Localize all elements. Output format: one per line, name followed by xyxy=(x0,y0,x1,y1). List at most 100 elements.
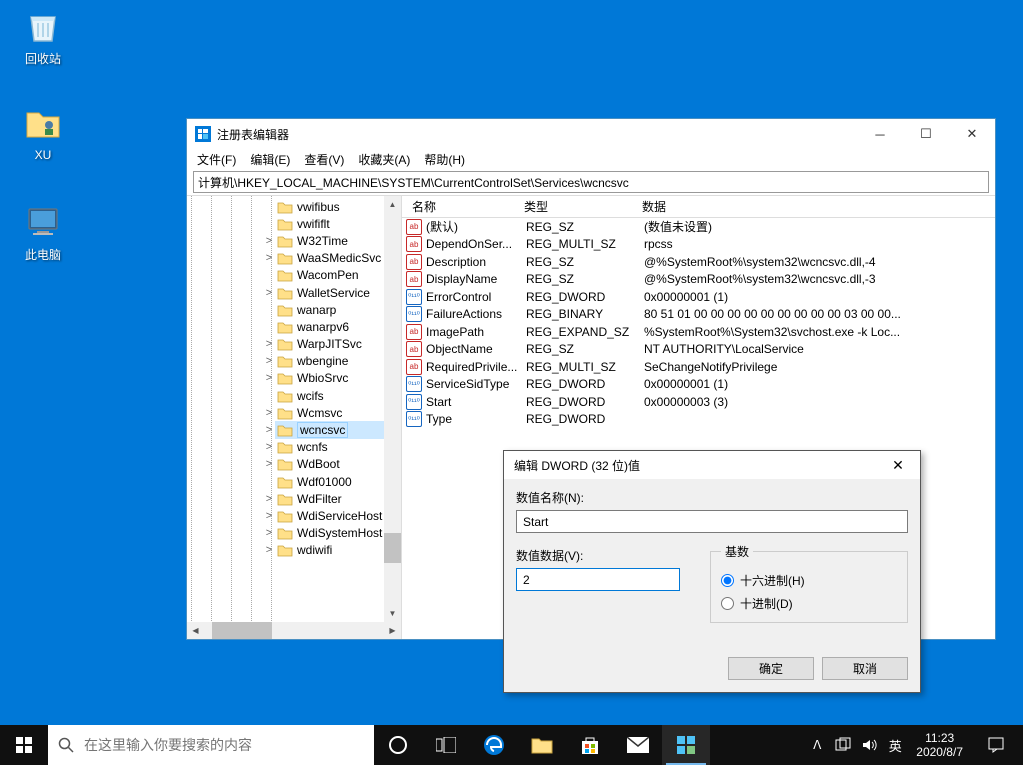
folder-icon xyxy=(277,303,293,317)
radio-hex[interactable] xyxy=(721,574,734,587)
tray-volume-icon[interactable] xyxy=(858,737,880,753)
expand-icon[interactable]: > xyxy=(264,287,274,299)
tray-ime[interactable]: 英 xyxy=(884,736,906,755)
expand-icon[interactable]: > xyxy=(264,527,274,539)
tray-people-icon[interactable] xyxy=(832,737,854,753)
tree-item-walletservice[interactable]: >WalletService xyxy=(187,284,401,301)
menu-view[interactable]: 查看(V) xyxy=(304,151,344,168)
taskbar-search[interactable] xyxy=(48,725,374,765)
scroll-down-icon[interactable]: ▼ xyxy=(384,605,401,622)
list-row[interactable]: abDependOnSer...REG_MULTI_SZrpcss xyxy=(402,236,995,254)
tree-hscroll[interactable]: ◀ ▶ xyxy=(187,622,401,639)
tree-item-wacompen[interactable]: WacomPen xyxy=(187,267,401,284)
value-data: 0x00000001 (1) xyxy=(644,290,995,304)
value-type: REG_DWORD xyxy=(526,290,644,304)
tree-item-wcifs[interactable]: wcifs xyxy=(187,387,401,404)
menu-edit[interactable]: 编辑(E) xyxy=(250,151,290,168)
radio-dec[interactable] xyxy=(721,597,734,610)
tree-item-wanarp[interactable]: wanarp xyxy=(187,301,401,318)
expand-icon[interactable]: > xyxy=(264,493,274,505)
tray-chevron-up-icon[interactable]: ᐱ xyxy=(806,738,828,752)
list-row[interactable]: ⁰¹¹⁰ServiceSidTypeREG_DWORD0x00000001 (1… xyxy=(402,376,995,394)
expand-icon[interactable]: > xyxy=(264,458,274,470)
close-button[interactable]: ✕ xyxy=(949,119,995,149)
tree-item-vwifibus[interactable]: vwifibus xyxy=(187,198,401,215)
list-row[interactable]: ab(默认)REG_SZ(数值未设置) xyxy=(402,218,995,236)
tree-item-waasmedicsvc[interactable]: >WaaSMedicSvc xyxy=(187,250,401,267)
menu-help[interactable]: 帮助(H) xyxy=(424,151,465,168)
list-row[interactable]: abRequiredPrivile...REG_MULTI_SZSeChange… xyxy=(402,358,995,376)
taskbar-mail[interactable] xyxy=(614,725,662,765)
list-row[interactable]: ⁰¹¹⁰FailureActionsREG_BINARY80 51 01 00 … xyxy=(402,306,995,324)
tree-item-wbengine[interactable]: >wbengine xyxy=(187,353,401,370)
ok-button[interactable]: 确定 xyxy=(728,657,814,680)
tree-item-warpjitsvc[interactable]: >WarpJITSvc xyxy=(187,336,401,353)
taskbar-store[interactable] xyxy=(566,725,614,765)
dialog-close-button[interactable]: ✕ xyxy=(882,457,914,474)
expand-icon[interactable]: > xyxy=(264,252,274,264)
list-row[interactable]: abDisplayNameREG_SZ@%SystemRoot%\system3… xyxy=(402,271,995,289)
column-data[interactable]: 数据 xyxy=(642,198,995,215)
expand-icon[interactable]: > xyxy=(264,407,274,419)
list-row[interactable]: ⁰¹¹⁰StartREG_DWORD0x00000003 (3) xyxy=(402,393,995,411)
column-name[interactable]: 名称 xyxy=(406,198,524,215)
tray-clock[interactable]: 11:23 2020/8/7 xyxy=(910,731,969,759)
start-button[interactable] xyxy=(0,725,48,765)
dialog-titlebar[interactable]: 编辑 DWORD (32 位)值 ✕ xyxy=(504,451,920,479)
value-data-input[interactable] xyxy=(516,568,680,591)
expand-icon[interactable]: > xyxy=(264,338,274,350)
tree-item-w32time[interactable]: >W32Time xyxy=(187,232,401,249)
expand-icon[interactable]: > xyxy=(264,424,274,436)
taskbar-cortana[interactable] xyxy=(374,725,422,765)
desktop-icon-this-pc[interactable]: 此电脑 xyxy=(6,200,80,263)
expand-icon[interactable]: > xyxy=(264,235,274,247)
tree-item-wdiservicehost[interactable]: >WdiServiceHost xyxy=(187,507,401,524)
expand-icon[interactable]: > xyxy=(264,544,274,556)
list-row[interactable]: ⁰¹¹⁰TypeREG_DWORD xyxy=(402,411,995,429)
taskbar-regedit[interactable] xyxy=(662,725,710,765)
tree-vscroll[interactable]: ▲ ▼ xyxy=(384,196,401,622)
expand-icon[interactable]: > xyxy=(264,441,274,453)
menu-file[interactable]: 文件(F) xyxy=(197,151,236,168)
expand-icon[interactable]: > xyxy=(264,355,274,367)
tree-item-wdiwifi[interactable]: >wdiwifi xyxy=(187,542,401,559)
tree-item-vwififlt[interactable]: vwififlt xyxy=(187,215,401,232)
scroll-left-icon[interactable]: ◀ xyxy=(187,622,204,639)
desktop-icon-recycle-bin[interactable]: 回收站 xyxy=(6,4,80,67)
taskbar-taskview[interactable] xyxy=(422,725,470,765)
tree-item-wcmsvc[interactable]: >Wcmsvc xyxy=(187,404,401,421)
list-row[interactable]: abImagePathREG_EXPAND_SZ%SystemRoot%\Sys… xyxy=(402,323,995,341)
scroll-up-icon[interactable]: ▲ xyxy=(384,196,401,213)
list-row[interactable]: abDescriptionREG_SZ@%SystemRoot%\system3… xyxy=(402,253,995,271)
tree-item-wdfilter[interactable]: >WdFilter xyxy=(187,490,401,507)
list-row[interactable]: ⁰¹¹⁰ErrorControlREG_DWORD0x00000001 (1) xyxy=(402,288,995,306)
value-type: REG_SZ xyxy=(526,342,644,356)
cancel-button[interactable]: 取消 xyxy=(822,657,908,680)
tree-item-wdboot[interactable]: >WdBoot xyxy=(187,456,401,473)
expand-icon[interactable]: > xyxy=(264,372,274,384)
search-input[interactable] xyxy=(84,737,364,753)
taskbar-explorer[interactable] xyxy=(518,725,566,765)
titlebar[interactable]: 注册表编辑器 ─ ☐ ✕ xyxy=(187,119,995,149)
value-name-input[interactable] xyxy=(516,510,908,533)
tree-item-wanarpv6[interactable]: wanarpv6 xyxy=(187,318,401,335)
tree-item-wcnfs[interactable]: >wcnfs xyxy=(187,439,401,456)
minimize-button[interactable]: ─ xyxy=(857,119,903,149)
expand-icon[interactable]: > xyxy=(264,510,274,522)
tree-item-wcncsvc[interactable]: >wcncsvc xyxy=(187,421,401,438)
desktop-icon-folder-xu[interactable]: XU xyxy=(6,102,80,162)
column-type[interactable]: 类型 xyxy=(524,198,642,215)
maximize-button[interactable]: ☐ xyxy=(903,119,949,149)
scroll-thumb[interactable] xyxy=(384,533,401,563)
menu-favorites[interactable]: 收藏夹(A) xyxy=(358,151,410,168)
value-string-icon: ab xyxy=(406,236,422,252)
scroll-right-icon[interactable]: ▶ xyxy=(384,622,401,639)
tree-item-wdf01000[interactable]: Wdf01000 xyxy=(187,473,401,490)
taskbar-edge[interactable] xyxy=(470,725,518,765)
tree-item-wbiosrvc[interactable]: >WbioSrvc xyxy=(187,370,401,387)
tree-item-wdisystemhost[interactable]: >WdiSystemHost xyxy=(187,525,401,542)
list-row[interactable]: abObjectNameREG_SZNT AUTHORITY\LocalServ… xyxy=(402,341,995,359)
tray-notifications-icon[interactable] xyxy=(973,736,1019,754)
address-bar[interactable]: 计算机\HKEY_LOCAL_MACHINE\SYSTEM\CurrentCon… xyxy=(193,171,989,193)
hscroll-thumb[interactable] xyxy=(212,622,272,639)
